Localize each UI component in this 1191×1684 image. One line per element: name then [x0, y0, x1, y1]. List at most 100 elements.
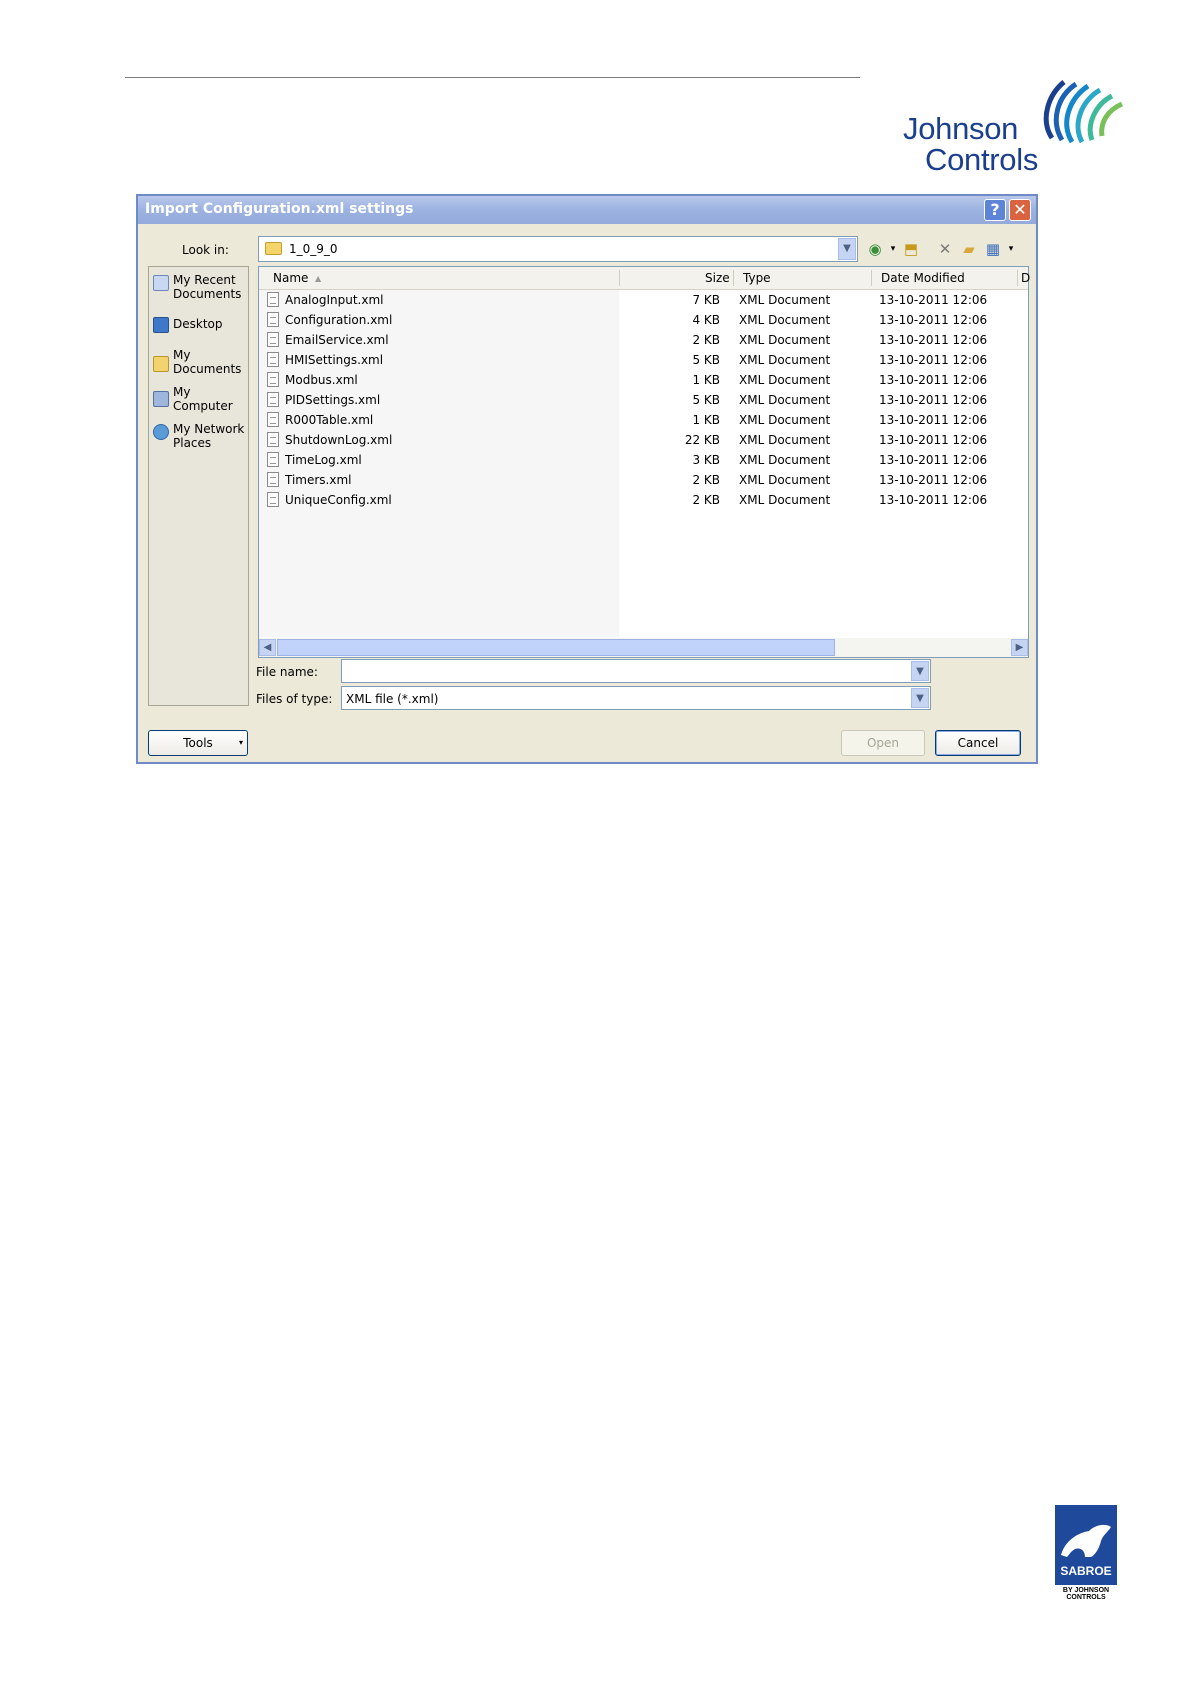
- file-name: HMISettings.xml: [285, 353, 384, 367]
- list-header: Name ▲ Size Type Date Modified D: [259, 267, 1030, 290]
- column-separator[interactable]: [733, 270, 734, 286]
- file-name: PIDSettings.xml: [285, 393, 381, 407]
- file-name: R000Table.xml: [285, 413, 374, 427]
- chevron-down-icon[interactable]: ▼: [838, 238, 856, 260]
- place-label: My Documents: [173, 348, 242, 376]
- scroll-right-icon[interactable]: ▶: [1011, 639, 1028, 656]
- up-folder-icon[interactable]: ⬒: [900, 238, 922, 260]
- file-size: 7 KB: [692, 293, 720, 307]
- file-type: XML Document: [739, 413, 831, 427]
- file-size: 1 KB: [692, 413, 720, 427]
- file-size: 2 KB: [692, 333, 720, 347]
- file-name: Modbus.xml: [285, 373, 358, 387]
- file-type: XML Document: [739, 293, 831, 307]
- polar-bear-icon: [1061, 1524, 1111, 1557]
- cancel-button[interactable]: Cancel: [935, 730, 1021, 756]
- sabroe-sub-line-2: CONTROLS: [1066, 1594, 1106, 1601]
- sabroe-logo: SABROE BY JOHNSON CONTROLS: [1055, 1505, 1117, 1601]
- desktop-icon: [153, 317, 169, 333]
- column-header-extra[interactable]: D: [1021, 271, 1030, 285]
- chevron-down-icon[interactable]: ▼: [911, 688, 929, 708]
- file-row[interactable]: UniqueConfig.xml 2 KB XML Document 13-10-20…: [259, 490, 1028, 510]
- file-name: ShutdownLog.xml: [285, 433, 393, 447]
- file-row[interactable]: Modbus.xml 1 KB XML Document 13-10-2011 12:…: [259, 370, 1028, 390]
- places-bar: My Recent Documents Desktop My Documents…: [148, 266, 249, 706]
- file-row[interactable]: EmailService.xml 2 KB XML Document 13-10-20…: [259, 330, 1028, 350]
- johnson-controls-logo: Johnson Controls: [900, 80, 1125, 180]
- file-type: XML Document: [739, 353, 831, 367]
- views-dropdown-icon[interactable]: ▾: [1000, 238, 1022, 260]
- delete-icon[interactable]: ✕: [934, 238, 956, 260]
- column-separator[interactable]: [1017, 270, 1018, 286]
- file-date: 13-10-2011 12:06: [879, 493, 988, 507]
- file-row[interactable]: Timers.xml 2 KB XML Document 13-10-2011 12:…: [259, 470, 1028, 490]
- files-of-type-value: XML file (*.xml): [346, 692, 439, 706]
- file-row[interactable]: AnalogInput.xml 7 KB XML Document 13-10-201…: [259, 290, 1028, 310]
- file-date: 13-10-2011 12:06: [879, 353, 988, 367]
- column-header-type[interactable]: Type: [743, 271, 771, 285]
- file-date: 13-10-2011 12:06: [879, 333, 988, 347]
- file-row[interactable]: HMISettings.xml 5 KB XML Document 13-10-201…: [259, 350, 1028, 370]
- file-row[interactable]: Configuration.xml 4 KB XML Document 13-10-2…: [259, 310, 1028, 330]
- xml-file-icon: [267, 412, 279, 427]
- file-date: 13-10-2011 12:06: [879, 393, 988, 407]
- file-size: 2 KB: [692, 473, 720, 487]
- file-size: 4 KB: [692, 313, 720, 327]
- place-label: Desktop: [173, 317, 223, 331]
- file-name: Timers.xml: [285, 473, 352, 487]
- open-button[interactable]: Open: [841, 730, 925, 756]
- file-row[interactable]: PIDSettings.xml 5 KB XML Document 13-10-201…: [259, 390, 1028, 410]
- my-computer-icon: [153, 391, 169, 407]
- file-type: XML Document: [739, 493, 831, 507]
- column-header-date-modified[interactable]: Date Modified: [881, 271, 965, 285]
- sabroe-brand: SABROE: [1060, 1564, 1112, 1578]
- file-size: 5 KB: [692, 393, 720, 407]
- file-name: Configuration.xml: [285, 313, 393, 327]
- file-type: XML Document: [739, 453, 831, 467]
- file-row[interactable]: R000Table.xml 1 KB XML Document 13-10-2011 …: [259, 410, 1028, 430]
- file-type: XML Document: [739, 473, 831, 487]
- place-label: My Computer: [173, 385, 233, 413]
- scroll-thumb[interactable]: [277, 639, 835, 656]
- file-size: 5 KB: [692, 353, 720, 367]
- xml-file-icon: [267, 352, 279, 367]
- file-name: UniqueConfig.xml: [285, 493, 392, 507]
- column-separator[interactable]: [619, 270, 620, 286]
- xml-file-icon: [267, 492, 279, 507]
- page-header-rule: [125, 77, 860, 78]
- file-size: 1 KB: [692, 373, 720, 387]
- horizontal-scrollbar[interactable]: ◀ ▶: [259, 638, 1028, 657]
- files-of-type-label: Files of type:: [256, 692, 333, 706]
- look-in-dropdown[interactable]: 1_0_9_0 ▼: [258, 236, 858, 262]
- file-name: EmailService.xml: [285, 333, 389, 347]
- column-separator[interactable]: [871, 270, 872, 286]
- file-name: TimeLog.xml: [285, 453, 362, 467]
- file-date: 13-10-2011 12:06: [879, 293, 988, 307]
- files-of-type-dropdown[interactable]: XML file (*.xml) ▼: [341, 686, 931, 710]
- tools-dropdown-icon: ▾: [238, 738, 243, 747]
- file-type: XML Document: [739, 333, 831, 347]
- file-date: 13-10-2011 12:06: [879, 413, 988, 427]
- file-name-input[interactable]: ▼: [341, 659, 931, 683]
- xml-file-icon: [267, 332, 279, 347]
- file-type: XML Document: [739, 433, 831, 447]
- help-button[interactable]: ?: [984, 199, 1006, 221]
- file-date: 13-10-2011 12:06: [879, 453, 988, 467]
- xml-file-icon: [267, 292, 279, 307]
- file-date: 13-10-2011 12:06: [879, 473, 988, 487]
- xml-file-icon: [267, 312, 279, 327]
- place-label: My Network Places: [173, 422, 245, 450]
- chevron-down-icon[interactable]: ▼: [911, 661, 929, 681]
- tools-button[interactable]: Tools ▾: [148, 730, 248, 756]
- new-folder-icon[interactable]: ▰: [958, 238, 980, 260]
- look-in-label: Look in:: [182, 243, 229, 257]
- column-header-name[interactable]: Name: [273, 271, 308, 285]
- file-row[interactable]: ShutdownLog.xml 22 KB XML Document 13-10-20…: [259, 430, 1028, 450]
- file-row[interactable]: TimeLog.xml 3 KB XML Document 13-10-2011 12…: [259, 450, 1028, 470]
- file-list[interactable]: Name ▲ Size Type Date Modified D AnalogI…: [258, 266, 1030, 658]
- column-header-size[interactable]: Size: [705, 271, 730, 285]
- scroll-left-icon[interactable]: ◀: [259, 639, 276, 656]
- file-size: 2 KB: [692, 493, 720, 507]
- close-button[interactable]: ✕: [1009, 199, 1031, 221]
- sabroe-badge: SABROE: [1055, 1505, 1117, 1585]
